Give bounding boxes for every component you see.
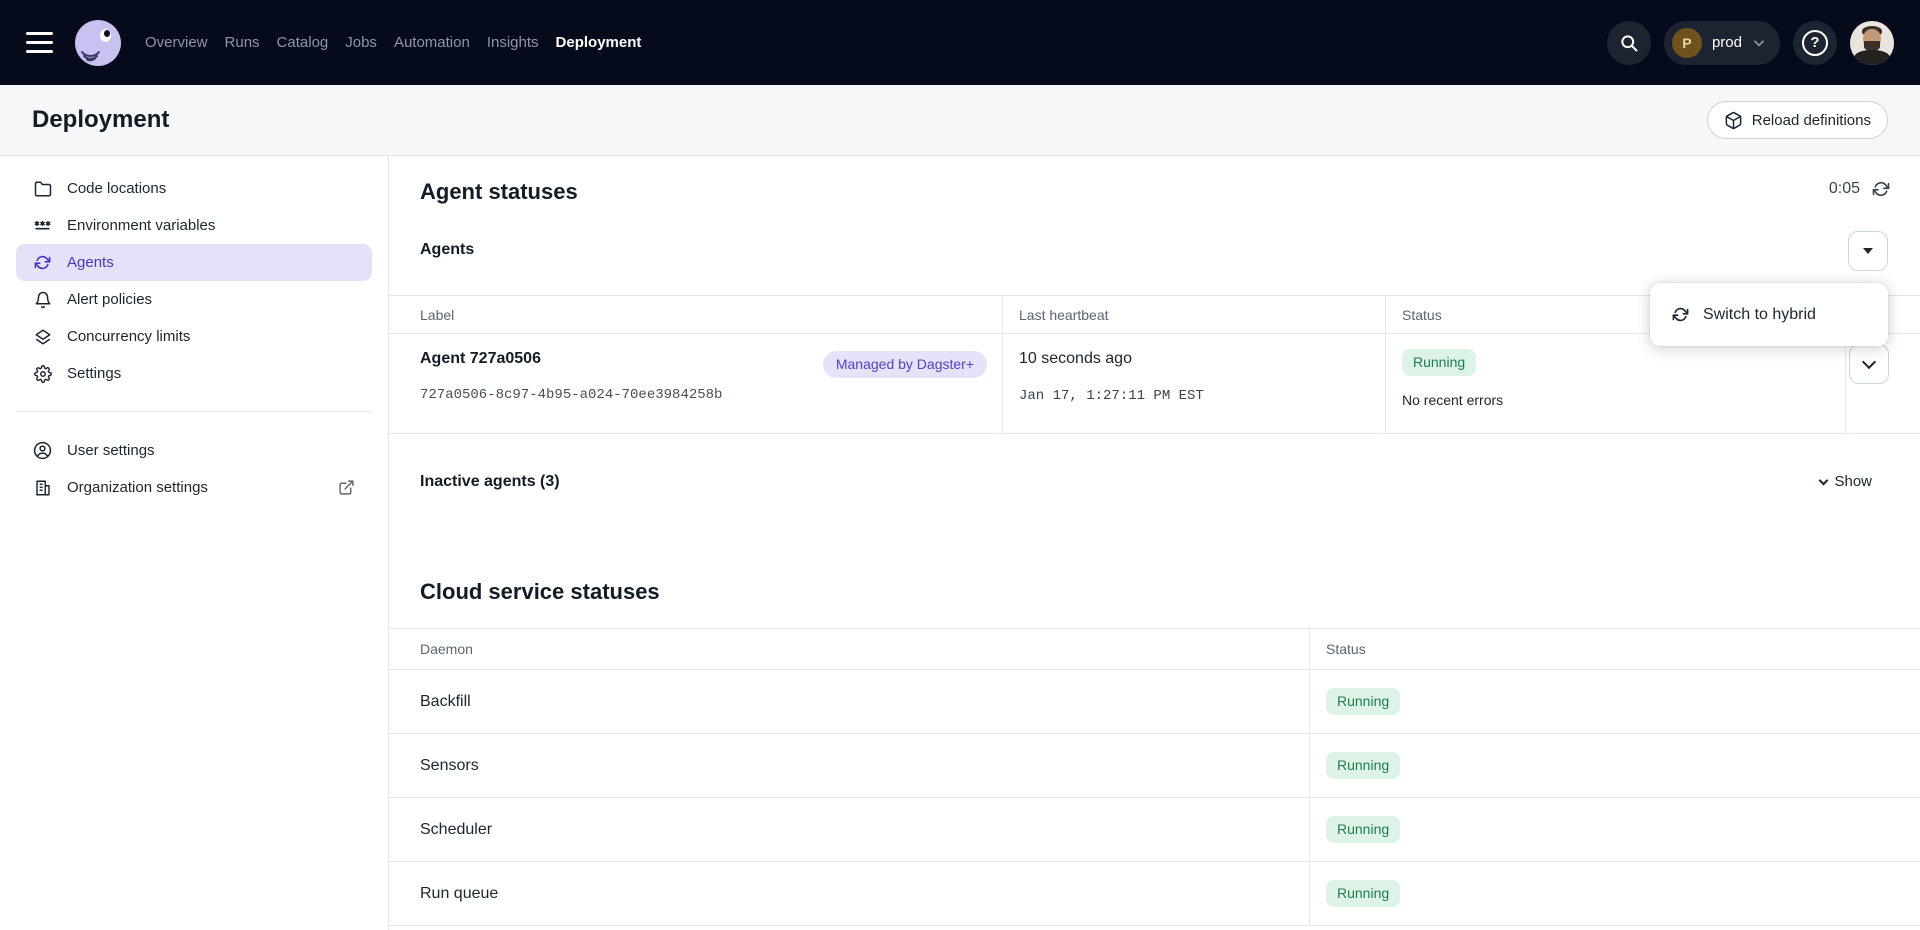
sidebar-item-label: Agents [67,254,114,271]
daemon-name: Run queue [420,885,498,903]
column-header-last-heartbeat: Last heartbeat [1003,296,1386,333]
show-label: Show [1834,473,1872,490]
status-badge: Running [1402,349,1476,376]
deployment-sidebar: Code locations Environment variables [0,156,389,930]
nav-item-overview[interactable]: Overview [145,34,208,51]
primary-nav: Overview Runs Catalog Jobs Automation In… [145,34,641,51]
sidebar-item-organization-settings[interactable]: Organization settings [16,469,372,506]
table-row: Sensors Running [389,734,1920,798]
dagster-logo-icon[interactable] [75,20,121,66]
sidebar-item-environment-variables[interactable]: Environment variables [16,207,372,244]
sidebar-item-user-settings[interactable]: User settings [16,432,372,469]
heartbeat-relative: 10 seconds ago [1019,350,1132,368]
sidebar-item-label: User settings [67,442,155,459]
agent-row-actions-button[interactable] [1849,344,1889,384]
agent-id: 727a0506-8c97-4b95-a024-70ee3984258b [420,387,722,403]
chevron-down-icon [1819,475,1829,485]
column-header-status: Status [1310,629,1920,669]
sidebar-item-label: Concurrency limits [67,328,190,345]
agent-icon [33,253,52,272]
sidebar-item-concurrency-limits[interactable]: Concurrency limits [16,318,372,355]
sidebar-divider [16,411,372,412]
agents-collapse-button[interactable] [1848,231,1888,271]
sidebar-item-settings[interactable]: Settings [16,355,372,392]
nav-item-automation[interactable]: Automation [394,34,470,51]
agent-actions-menu: Switch to hybrid [1650,283,1888,346]
bell-icon [33,290,52,309]
sidebar-item-alert-policies[interactable]: Alert policies [16,281,372,318]
page-title: Deployment [32,106,169,134]
package-reload-icon [1724,111,1743,130]
agent-icon [1672,306,1689,323]
gear-icon [33,364,52,383]
refresh-indicator[interactable]: 0:05 [1829,180,1890,198]
top-nav: Overview Runs Catalog Jobs Automation In… [0,0,1920,85]
column-header-label: Label [389,296,1003,333]
sidebar-item-label: Code locations [67,180,166,197]
help-icon: ? [1802,30,1828,56]
nav-item-jobs[interactable]: Jobs [345,34,377,51]
deployment-switcher[interactable]: P prod [1664,21,1780,65]
status-badge: Running [1326,752,1400,779]
column-header-daemon: Daemon [389,629,1310,669]
sidebar-item-label: Environment variables [67,217,215,234]
managed-badge: Managed by Dagster+ [823,351,987,378]
organization-icon [33,478,52,497]
menu-item-switch-to-hybrid[interactable]: Switch to hybrid [1703,306,1816,324]
reload-definitions-label: Reload definitions [1752,112,1871,129]
heartbeat-timestamp: Jan 17, 1:27:11 PM EST [1019,388,1204,404]
search-icon [1619,33,1639,53]
daemon-name: Scheduler [420,821,492,839]
layers-icon [33,327,52,346]
sidebar-item-label: Alert policies [67,291,152,308]
table-row: Agent 727a0506 727a0506-8c97-4b95-a024-7… [389,334,1920,434]
table-row: Scheduler Running [389,798,1920,862]
user-icon [33,441,52,460]
agents-subheading: Agents [420,241,474,259]
nav-item-deployment[interactable]: Deployment [556,34,642,51]
chevron-down-icon [1752,36,1766,50]
status-detail: No recent errors [1402,392,1503,408]
page-header: Deployment Reload definitions [0,85,1920,156]
sidebar-item-code-locations[interactable]: Code locations [16,170,372,207]
table-row: Run queue Running [389,862,1920,926]
menu-icon[interactable] [26,32,53,53]
env-vars-icon [33,216,52,235]
nav-item-insights[interactable]: Insights [487,34,539,51]
status-badge: Running [1326,688,1400,715]
refresh-icon [1872,180,1890,198]
agent-name: Agent 727a0506 [420,350,541,368]
cloud-services-table: Daemon Status Backfill Running Sensors R… [389,628,1920,926]
reload-definitions-button[interactable]: Reload definitions [1707,101,1888,139]
daemon-name: Sensors [420,757,479,775]
user-avatar[interactable] [1850,21,1894,65]
sidebar-item-label: Settings [67,365,121,382]
help-button[interactable]: ? [1793,21,1837,65]
nav-item-runs[interactable]: Runs [225,34,260,51]
folder-icon [33,179,52,198]
deployment-avatar: P [1672,28,1702,58]
status-badge: Running [1326,816,1400,843]
search-button[interactable] [1607,21,1651,65]
status-badge: Running [1326,880,1400,907]
external-link-icon [338,479,355,496]
nav-item-catalog[interactable]: Catalog [277,34,329,51]
refresh-countdown: 0:05 [1829,180,1860,198]
inactive-agents-heading: Inactive agents (3) [420,473,560,491]
show-inactive-agents-link[interactable]: Show [1820,473,1872,490]
sidebar-item-label: Organization settings [67,479,208,496]
deployment-switcher-label: prod [1712,34,1742,51]
table-row: Backfill Running [389,670,1920,734]
cloud-service-statuses-heading: Cloud service statuses [420,579,660,605]
caret-down-icon [1863,248,1873,254]
agent-statuses-heading: Agent statuses [420,179,578,205]
daemon-name: Backfill [420,693,471,711]
sidebar-item-agents[interactable]: Agents [16,244,372,281]
cloud-table-header: Daemon Status [389,628,1920,670]
chevron-down-icon [1862,355,1876,369]
main-content: Agent statuses 0:05 Agents Label Last he… [389,156,1920,930]
